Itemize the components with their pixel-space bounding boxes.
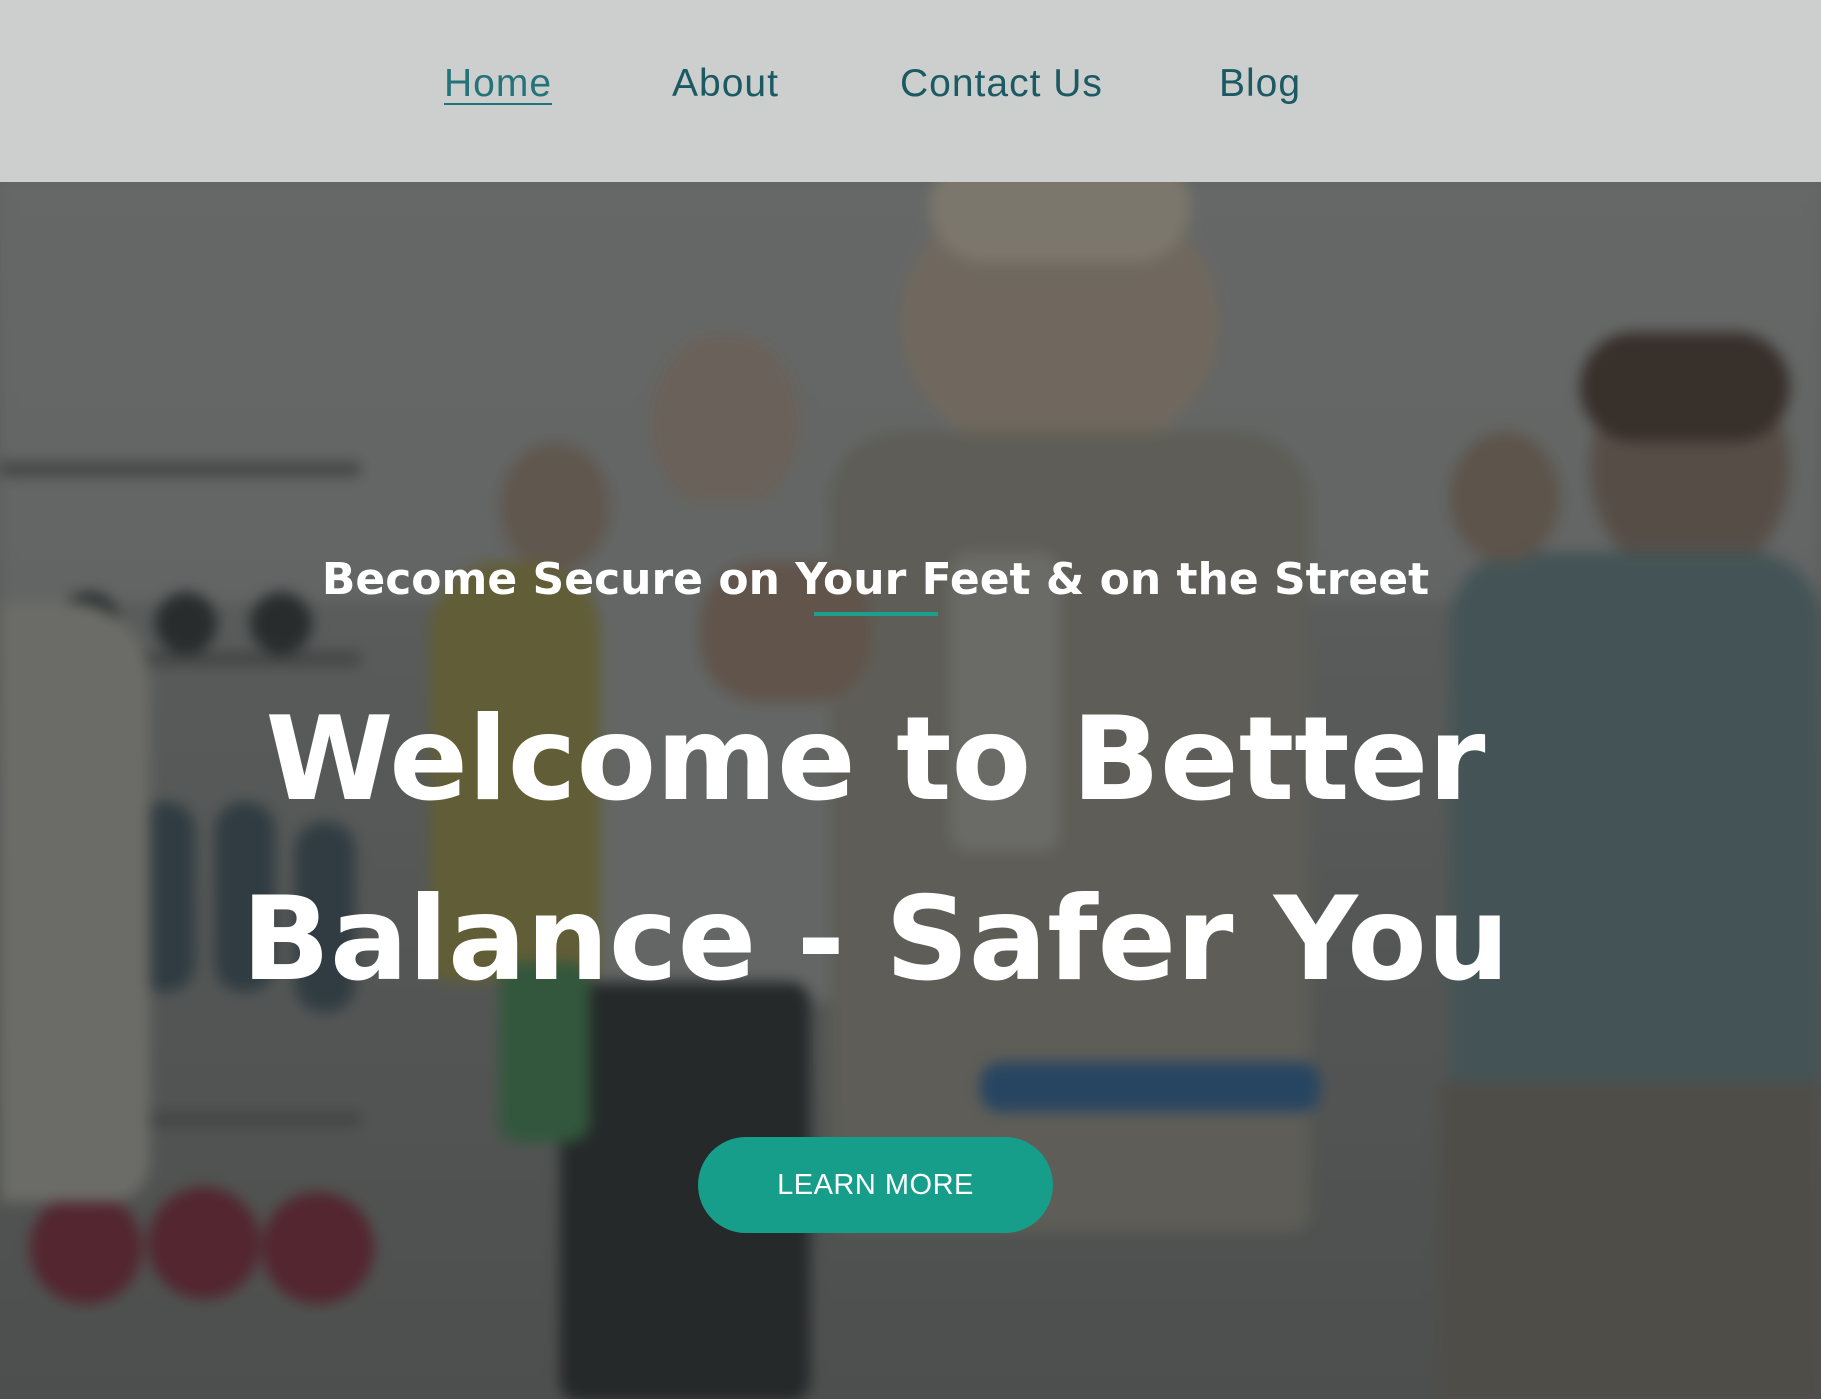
hero-tagline: Become Secure on Your Feet & on the Stre… — [321, 554, 1430, 605]
learn-more-button[interactable]: LEARN MORE — [698, 1137, 1053, 1233]
tagline-accent-underline — [814, 612, 938, 616]
hero-headline: Welcome to Better Balance - Safer You — [0, 670, 1751, 1030]
nav-link-about[interactable]: About — [672, 60, 779, 108]
hero-content: Become Secure on Your Feet & on the Stre… — [0, 182, 1821, 1399]
nav-link-home[interactable]: Home — [444, 60, 552, 108]
top-navigation: Home About Contact Us Blog — [0, 0, 1821, 182]
hero-headline-line1: Welcome to Better — [265, 692, 1486, 827]
nav-link-blog[interactable]: Blog — [1219, 60, 1301, 108]
hero-section: Become Secure on Your Feet & on the Stre… — [0, 182, 1821, 1399]
nav-link-contact-us[interactable]: Contact Us — [900, 60, 1103, 108]
hero-headline-line2: Balance - Safer You — [241, 872, 1510, 1007]
